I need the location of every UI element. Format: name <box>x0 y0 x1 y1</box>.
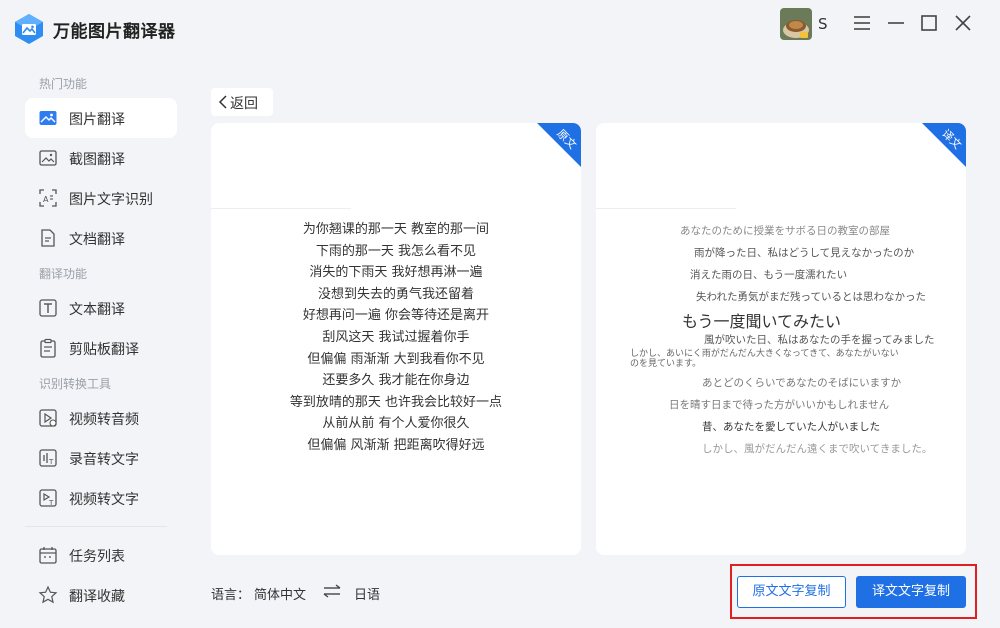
star-icon <box>38 585 58 605</box>
original-text-block: 为你翘课的那一天 教室的那一间 下雨的那一天 我怎么看不见 消失的下雨天 我好想… <box>211 219 581 457</box>
avatar[interactable] <box>780 8 812 40</box>
translated-line: あなたのために授業をサボる日の教室の部屋 <box>680 223 890 238</box>
screenshot-icon <box>38 148 58 168</box>
copy-original-button[interactable]: 原文文字复制 <box>737 576 846 608</box>
original-image-panel: 原文 为你翘课的那一天 教室的那一间 下雨的那一天 我怎么看不见 消失的下雨天 … <box>211 123 581 555</box>
translated-line: のを見ています。 <box>630 359 701 369</box>
copy-translation-button[interactable]: 译文文字复制 <box>856 576 966 608</box>
text-icon <box>38 298 58 318</box>
sidebar-item-video-to-text[interactable]: T 视频转文字 <box>25 478 177 518</box>
sidebar-item-image-translate[interactable]: 图片翻译 <box>25 98 177 138</box>
section-label-tools: 识别转换工具 <box>39 375 111 392</box>
translated-image-panel: 译文 あなたのために授業をサボる日の教室の部屋 雨が降った日、私はどうして見えな… <box>596 123 966 555</box>
original-line: 为你翘课的那一天 教室的那一间 <box>211 219 581 241</box>
sidebar-item-label: 剪贴板翻译 <box>69 339 139 359</box>
translated-line: しかし、あいにく雨がだんだん大きくなってきて、あなたがいない <box>630 349 899 359</box>
svg-text:T: T <box>48 499 54 507</box>
sidebar-item-label: 录音转文字 <box>69 449 139 469</box>
clipboard-icon <box>38 338 58 358</box>
image-rule <box>211 208 351 209</box>
original-line: 从前从前 有个人爱你很久 <box>211 413 581 435</box>
original-line: 但偏偏 风渐渐 把距离吹得好远 <box>211 435 581 457</box>
close-icon[interactable] <box>952 12 974 34</box>
original-line: 好想再问一遍 你会等待还是离开 <box>211 305 581 327</box>
svg-text:T: T <box>48 458 54 466</box>
video-audio-icon <box>38 408 58 428</box>
sidebar-divider <box>25 526 167 527</box>
translated-line: 失われた勇気がまだ残っているとは思わなかった <box>696 289 926 304</box>
title-bar: 万能图片翻译器 S <box>0 0 1000 58</box>
target-language[interactable]: 日语 <box>354 584 380 603</box>
svg-text:A: A <box>43 195 49 204</box>
sidebar-item-label: 截图翻译 <box>69 149 125 169</box>
image-icon <box>38 108 58 128</box>
original-line: 消失的下雨天 我好想再淋一遍 <box>211 262 581 284</box>
original-line: 还要多久 我才能在你身边 <box>211 370 581 392</box>
app-title: 万能图片翻译器 <box>53 17 176 42</box>
original-line: 下雨的那一天 我怎么看不见 <box>211 241 581 263</box>
translated-line: 日を晴す日まで待った方がいいかもしれません <box>669 397 889 412</box>
original-line: 等到放晴的那天 也许我会比较好一点 <box>211 392 581 414</box>
source-language[interactable]: 简体中文 <box>254 584 306 603</box>
sidebar-item-document-translate[interactable]: 文档翻译 <box>25 218 177 258</box>
document-icon <box>38 228 58 248</box>
back-button[interactable]: 返回 <box>211 88 273 116</box>
sidebar-item-label: 任务列表 <box>69 546 125 566</box>
translated-line: 昔、あなたを愛していた人がいました <box>702 419 880 434</box>
sidebar-item-audio-to-text[interactable]: T 录音转文字 <box>25 438 177 478</box>
sidebar-item-favorites[interactable]: 翻译收藏 <box>25 575 177 615</box>
username: S <box>818 15 828 33</box>
video-text-icon: T <box>38 488 58 508</box>
section-label-hot: 热门功能 <box>39 75 87 92</box>
sidebar-item-label: 视频转音频 <box>69 409 139 429</box>
maximize-icon[interactable] <box>918 12 940 34</box>
sidebar-item-video-to-audio[interactable]: 视频转音频 <box>25 398 177 438</box>
menu-icon[interactable] <box>851 12 873 34</box>
translated-line: 雨が降った日、私はどうして見えなかったのか <box>694 245 914 260</box>
translated-line: 消えた雨の日、もう一度濡れたい <box>690 267 847 282</box>
translated-line-emphasis: もう一度聞いてみたい <box>682 308 841 332</box>
language-label: 语言： <box>211 584 250 603</box>
chevron-left-icon <box>218 95 228 109</box>
app-logo-icon <box>14 13 44 45</box>
original-line: 但偏偏 雨渐渐 大到我看你不见 <box>211 349 581 371</box>
translated-line: しかし、風がだんだん遠くまで吹いてきました。 <box>702 441 932 456</box>
sidebar-item-image-ocr[interactable]: A 图片文字识别 <box>25 178 177 218</box>
sidebar-item-text-translate[interactable]: 文本翻译 <box>25 288 177 328</box>
sidebar-item-label: 视频转文字 <box>69 489 139 509</box>
back-label: 返回 <box>230 93 258 113</box>
audio-text-icon: T <box>38 448 58 468</box>
minimize-icon[interactable] <box>885 12 907 34</box>
sidebar-item-label: 文本翻译 <box>69 299 125 319</box>
sidebar-item-clipboard-translate[interactable]: 剪贴板翻译 <box>25 328 177 368</box>
sidebar-item-label: 文档翻译 <box>69 229 125 249</box>
section-label-translate: 翻译功能 <box>39 265 87 282</box>
sidebar-item-label: 图片文字识别 <box>69 189 153 209</box>
sidebar-item-label: 图片翻译 <box>69 109 125 129</box>
translated-line: あとどのくらいであなたのそばにいますか <box>702 375 901 390</box>
ocr-icon: A <box>38 188 58 208</box>
sidebar: 热门功能 图片翻译 截图翻译 A 图片文字识别 文档翻译 <box>0 58 190 628</box>
sidebar-item-screenshot-translate[interactable]: 截图翻译 <box>25 138 177 178</box>
original-line: 刮风这天 我试过握着你手 <box>211 327 581 349</box>
swap-icon[interactable] <box>322 584 342 598</box>
calendar-icon <box>38 545 58 565</box>
sidebar-item-task-list[interactable]: 任务列表 <box>25 535 177 575</box>
translated-line: 風が吹いた日、私はあなたの手を握ってみました <box>704 332 934 347</box>
original-line: 没想到失去的勇气我还留着 <box>211 284 581 306</box>
image-rule <box>596 208 736 209</box>
sidebar-item-label: 翻译收藏 <box>69 586 125 606</box>
